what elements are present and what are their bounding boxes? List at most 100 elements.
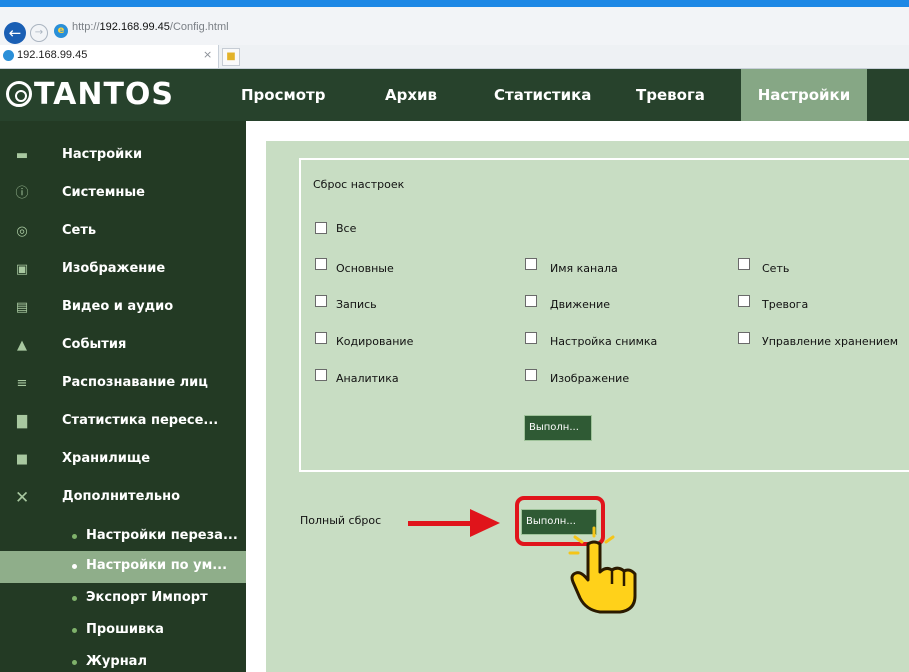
- sidebar-item-crossing-statistics[interactable]: ▇ Статистика пересе...: [0, 403, 246, 441]
- pointing-hand-icon: [568, 526, 637, 614]
- checkbox-alarm-label: Тревога: [762, 298, 809, 311]
- checkbox-storage-management-label: Управление хранением: [762, 335, 899, 348]
- sidebar-item-storage[interactable]: ■ Хранилище: [0, 441, 246, 479]
- checkbox-snapshot[interactable]: [525, 332, 537, 344]
- checkbox-network[interactable]: [738, 258, 750, 270]
- nav-tab-settings[interactable]: Настройки: [741, 69, 867, 121]
- checkbox-motion-label: Движение: [550, 298, 611, 311]
- app-header: TANTOS Просмотр Архив Статистика Тревога…: [0, 69, 909, 121]
- checkbox-motion[interactable]: [525, 295, 537, 307]
- sidebar-item-label: Дополнительно: [62, 489, 181, 504]
- address-bar[interactable]: http://192.168.99.45/Config.html: [72, 21, 229, 33]
- bullet-icon: [72, 628, 77, 633]
- tantos-logo: TANTOS: [6, 77, 174, 112]
- sidebar-item-label: Хранилище: [62, 451, 151, 466]
- storage-icon: ■: [15, 452, 29, 467]
- nav-tab-archive[interactable]: Архив: [385, 69, 437, 121]
- back-arrow-icon[interactable]: ←: [4, 22, 26, 44]
- sidebar-subitem-reboot-settings[interactable]: Настройки переза...: [0, 521, 246, 553]
- sidebar-item-settings[interactable]: ▬ Настройки: [0, 137, 246, 175]
- new-tab-icon[interactable]: ■: [222, 48, 240, 66]
- checkbox-channel-name[interactable]: [525, 258, 537, 270]
- tab-favicon-icon: [3, 50, 14, 61]
- sidebar-item-video-audio[interactable]: ▤ Видео и аудио: [0, 289, 246, 327]
- sidebar-item-system[interactable]: ⓘ Системные: [0, 175, 246, 213]
- nav-tab-view[interactable]: Просмотр: [241, 69, 326, 121]
- window-top-bar: [0, 0, 909, 7]
- sidebar-item-label: Распознавание лиц: [62, 375, 208, 390]
- checkbox-record[interactable]: [315, 295, 327, 307]
- bell-icon: ▲: [17, 338, 27, 353]
- sidebar-subitem-export-import[interactable]: Экспорт Импорт: [0, 583, 246, 615]
- url-path: /Config.html: [169, 21, 229, 33]
- checkbox-encoding-label: Кодирование: [336, 335, 414, 348]
- monitor-icon: ▬: [15, 148, 29, 163]
- logo-mark-icon: [6, 81, 32, 107]
- sidebar-subitem-label: Настройки по ум...: [86, 558, 228, 573]
- sidebar-item-label: Сеть: [62, 223, 97, 238]
- execute-reset-button[interactable]: Выполн...: [524, 415, 592, 441]
- tab-title: 192.168.99.45: [17, 49, 88, 61]
- sidebar-item-label: Настройки: [62, 147, 143, 162]
- reset-settings-title: Сброс настроек: [313, 178, 405, 191]
- screenshot-frame: ← → e http://192.168.99.45/Config.html 1…: [0, 0, 909, 672]
- full-reset-label: Полный сброс: [300, 514, 382, 527]
- checkbox-all-label: Все: [336, 222, 357, 235]
- checkbox-all[interactable]: [315, 222, 327, 234]
- nav-tab-statistics[interactable]: Статистика: [494, 69, 591, 121]
- sidebar-item-label: Системные: [62, 185, 145, 200]
- sidebar-item-image[interactable]: ▣ Изображение: [0, 251, 246, 289]
- bullet-icon: [72, 660, 77, 665]
- url-host: 192.168.99.45: [99, 21, 170, 33]
- logo-text: TANTOS: [34, 77, 175, 112]
- checkbox-storage-management[interactable]: [738, 332, 750, 344]
- sidebar-item-label: Статистика пересе...: [62, 413, 219, 428]
- sidebar-item-label: События: [62, 337, 127, 352]
- bar-chart-icon: ▇: [17, 414, 27, 429]
- sidebar-subitem-label: Журнал: [86, 654, 147, 669]
- checkbox-analytics[interactable]: [315, 369, 327, 381]
- face-icon: ≡: [16, 376, 28, 391]
- globe-icon: ◎: [16, 224, 28, 239]
- sidebar-subitem-firmware[interactable]: Прошивка: [0, 615, 246, 647]
- url-prefix: http://: [72, 21, 100, 33]
- checkbox-analytics-label: Аналитика: [336, 372, 399, 385]
- sidebar-subitem-defaults[interactable]: Настройки по ум...: [0, 551, 246, 583]
- sidebar-subitem-log[interactable]: Журнал: [0, 647, 246, 672]
- browser-toolbar: ← → e http://192.168.99.45/Config.html: [0, 7, 909, 46]
- sidebar-subitem-label: Настройки переза...: [86, 528, 238, 543]
- tab-close-icon[interactable]: ×: [203, 48, 212, 61]
- bullet-icon: [72, 564, 77, 569]
- red-arrow-shaft: [408, 521, 474, 526]
- checkbox-record-label: Запись: [336, 298, 377, 311]
- sidebar-item-face-recognition[interactable]: ≡ Распознавание лиц: [0, 365, 246, 403]
- browser-tab-row: 192.168.99.45 × ■: [0, 45, 909, 69]
- sidebar-item-events[interactable]: ▲ События: [0, 327, 246, 365]
- browser-logo-icon: e: [54, 24, 68, 38]
- forward-arrow-icon[interactable]: →: [30, 24, 48, 42]
- red-arrow-icon: [470, 509, 500, 537]
- checkbox-image[interactable]: [525, 369, 537, 381]
- sidebar-subitem-label: Экспорт Импорт: [86, 590, 208, 605]
- checkbox-snapshot-label: Настройка снимка: [550, 335, 658, 348]
- video-icon: ▤: [15, 300, 29, 315]
- checkbox-encoding[interactable]: [315, 332, 327, 344]
- sidebar-item-network[interactable]: ◎ Сеть: [0, 213, 246, 251]
- bullet-icon: [72, 596, 77, 601]
- sidebar-item-advanced[interactable]: ✕ Дополнительно: [0, 479, 246, 517]
- tools-icon: ✕: [15, 488, 30, 508]
- sidebar-item-label: Видео и аудио: [62, 299, 174, 314]
- info-icon: ⓘ: [15, 186, 29, 201]
- image-icon: ▣: [15, 262, 29, 277]
- sidebar-item-label: Изображение: [62, 261, 166, 276]
- checkbox-channel-name-label: Имя канала: [550, 262, 618, 275]
- browser-tab[interactable]: 192.168.99.45 ×: [0, 45, 219, 68]
- checkbox-image-label: Изображение: [550, 372, 630, 385]
- nav-tab-alarm[interactable]: Тревога: [636, 69, 705, 121]
- checkbox-basic[interactable]: [315, 258, 327, 270]
- checkbox-basic-label: Основные: [336, 262, 394, 275]
- checkbox-alarm[interactable]: [738, 295, 750, 307]
- sidebar-subitem-label: Прошивка: [86, 622, 164, 637]
- bullet-icon: [72, 534, 77, 539]
- reset-settings-panel: [299, 158, 909, 472]
